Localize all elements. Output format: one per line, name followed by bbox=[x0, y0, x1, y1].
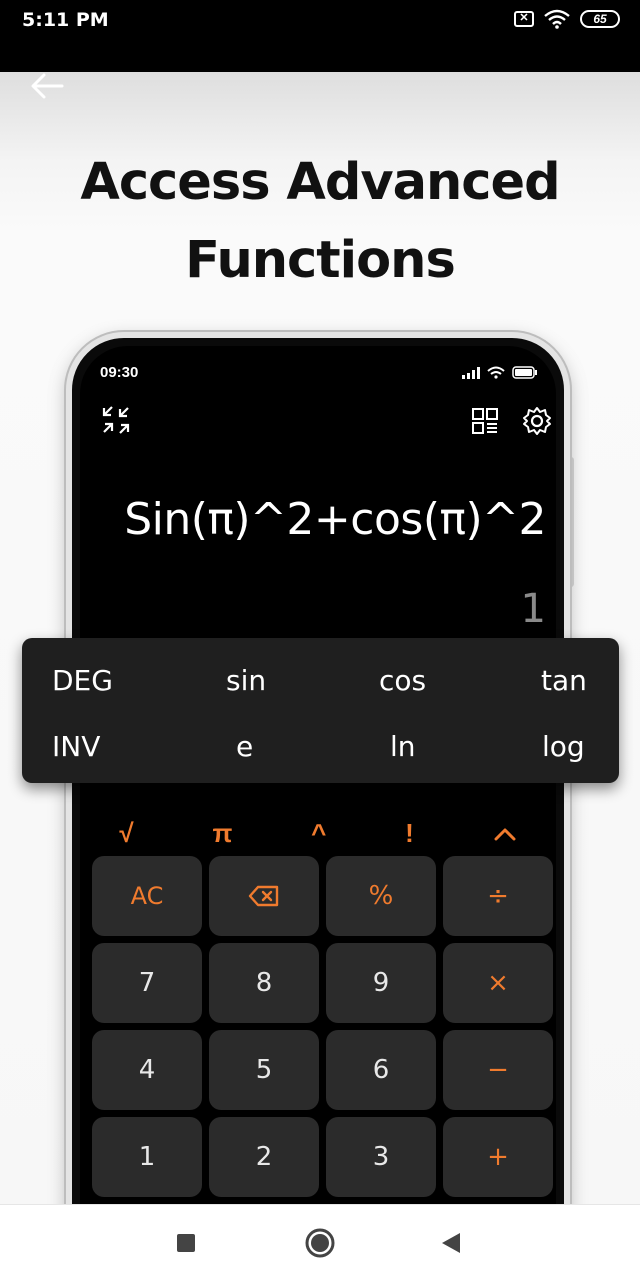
digit-1-button[interactable]: 1 bbox=[92, 1117, 202, 1197]
back-arrow-icon[interactable] bbox=[30, 72, 64, 100]
backspace-button[interactable] bbox=[209, 856, 319, 936]
power-button[interactable]: ^ bbox=[311, 818, 326, 849]
subtract-button[interactable]: − bbox=[443, 1030, 553, 1110]
wifi-icon bbox=[487, 366, 505, 379]
headline-line-1: Access Advanced bbox=[80, 153, 560, 212]
inner-status-time: 09:30 bbox=[100, 364, 139, 381]
digit-8-button[interactable]: 8 bbox=[209, 943, 319, 1023]
e-button[interactable]: e bbox=[236, 730, 253, 763]
cos-button[interactable]: cos bbox=[379, 664, 426, 697]
expand-chevron-icon[interactable] bbox=[493, 818, 517, 849]
digit-3-button[interactable]: 3 bbox=[326, 1117, 436, 1197]
add-button[interactable]: + bbox=[443, 1117, 553, 1197]
inner-status-icons bbox=[462, 366, 538, 379]
qr-code-icon[interactable] bbox=[472, 408, 498, 434]
sin-button[interactable]: sin bbox=[226, 664, 266, 697]
scientific-row: √ π ^ ! bbox=[80, 808, 556, 858]
log-button[interactable]: log bbox=[542, 730, 585, 763]
status-icons: ✕ 65 bbox=[514, 9, 620, 29]
digit-4-button[interactable]: 4 bbox=[92, 1030, 202, 1110]
no-sim-icon: ✕ bbox=[514, 11, 534, 27]
digit-6-button[interactable]: 6 bbox=[326, 1030, 436, 1110]
digit-7-button[interactable]: 7 bbox=[92, 943, 202, 1023]
expression-display: Sin(π)^2+cos(π)^2 bbox=[124, 494, 546, 545]
navigation-bar bbox=[0, 1204, 640, 1280]
result-display: 1 bbox=[520, 586, 546, 632]
settings-gear-icon[interactable] bbox=[522, 406, 552, 436]
digit-2-button[interactable]: 2 bbox=[209, 1117, 319, 1197]
ln-button[interactable]: ln bbox=[390, 730, 416, 763]
page-title: Access Advanced Functions bbox=[0, 144, 640, 300]
clear-button[interactable]: AC bbox=[92, 856, 202, 936]
tan-button[interactable]: tan bbox=[541, 664, 587, 697]
deg-button[interactable]: DEG bbox=[52, 664, 113, 697]
advanced-functions-popup: DEG sin cos tan INV e ln log bbox=[22, 638, 619, 783]
sqrt-button[interactable]: √ bbox=[119, 818, 133, 849]
keypad: AC % ÷ 7 8 9 × 4 5 6 − 1 2 3 + bbox=[92, 856, 556, 1197]
collapse-icon[interactable] bbox=[102, 406, 130, 434]
backspace-icon bbox=[248, 885, 279, 907]
digit-5-button[interactable]: 5 bbox=[209, 1030, 319, 1110]
digit-9-button[interactable]: 9 bbox=[326, 943, 436, 1023]
battery-icon bbox=[512, 366, 537, 379]
divide-button[interactable]: ÷ bbox=[443, 856, 553, 936]
battery-icon: 65 bbox=[580, 10, 620, 28]
wifi-icon bbox=[544, 9, 570, 29]
percent-button[interactable]: % bbox=[326, 856, 436, 936]
inv-button[interactable]: INV bbox=[52, 730, 100, 763]
pi-button[interactable]: π bbox=[212, 818, 232, 849]
factorial-button[interactable]: ! bbox=[405, 818, 414, 849]
multiply-button[interactable]: × bbox=[443, 943, 553, 1023]
status-bar: 5:11 PM ✕ 65 bbox=[0, 0, 640, 72]
recents-square-icon[interactable] bbox=[176, 1233, 196, 1253]
status-time: 5:11 PM bbox=[22, 9, 109, 31]
signal-icon bbox=[462, 366, 480, 379]
home-circle-icon[interactable] bbox=[304, 1227, 336, 1259]
headline-line-2: Functions bbox=[185, 231, 456, 290]
back-triangle-icon[interactable] bbox=[440, 1232, 462, 1254]
